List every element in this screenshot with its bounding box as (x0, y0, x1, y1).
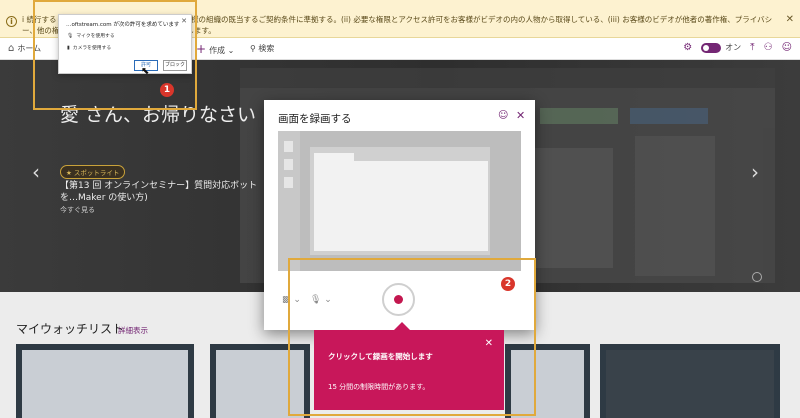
feedback-smiley-icon[interactable]: ☺ (498, 110, 508, 121)
file-icon (284, 141, 293, 152)
callout-close-icon[interactable]: ✕ (485, 338, 493, 349)
toggle-switch[interactable] (701, 42, 722, 53)
callout-title: クリックして録画を開始します (328, 352, 433, 361)
nav-create-label: 作成 (209, 46, 226, 55)
thumbnail-image (606, 350, 774, 418)
preview-window-tab (314, 153, 354, 161)
spotlight-label: スポットライト (73, 169, 120, 177)
screen-preview (278, 131, 521, 271)
watchlist-thumbnail[interactable] (16, 344, 194, 418)
smiley-icon[interactable]: ☺ (782, 42, 792, 53)
carousel-next-icon[interactable]: › (751, 160, 759, 184)
toggle-label: オン (725, 43, 742, 52)
hero-mock-panel (635, 136, 715, 276)
annotation-badge-2: 2 (501, 277, 515, 291)
preview-sidebar (278, 131, 300, 271)
watchlist-title: マイウォッチリスト (16, 322, 125, 336)
user-icon[interactable]: ⚇ (764, 42, 773, 53)
nav-search-label: 検索 (258, 44, 275, 53)
hero-description[interactable]: 【第13 回 オンラインセミナー】質問対応ボットを…Maker の使い方) (60, 180, 260, 204)
carousel-pause-icon[interactable] (752, 272, 762, 282)
dialog-close-icon[interactable]: ✕ (516, 109, 525, 122)
plus-icon: + (196, 42, 207, 56)
hero-mock-bar (240, 68, 775, 88)
preview-window-body (314, 161, 488, 251)
watchlist-more-link[interactable]: 詳細表示 (118, 325, 148, 336)
home-icon: ⌂ (8, 43, 15, 54)
carousel-prev-icon[interactable]: ‹ (32, 160, 40, 184)
watch-now-link[interactable]: 今すぐ見る (60, 205, 95, 215)
hero-mock-button (540, 108, 618, 124)
spotlight-badge: ★ スポットライト (60, 165, 126, 179)
search-icon: ⚲ (250, 44, 256, 53)
nav-right-tools: ⚙ オン ⤒ ⚇ ☺ (683, 42, 792, 53)
record-tip-callout: クリックして録画を開始します 15 分間の制限時間があります。 ✕ (314, 322, 504, 410)
nav-search[interactable]: ⚲ 検索 (250, 43, 274, 54)
banner-close-icon[interactable]: ✕ (786, 14, 794, 25)
info-icon: i (6, 16, 17, 27)
dialog-title: 画面を録画する (278, 113, 352, 125)
file-icon (284, 177, 293, 188)
hero-mock-button (630, 108, 708, 124)
annotation-badge-1: 1 (160, 83, 174, 97)
upload-icon[interactable]: ⤒ (750, 42, 754, 53)
thumbnail-image (22, 350, 188, 418)
file-icon (284, 159, 293, 170)
nav-create[interactable]: + 作成 ⌄ (196, 42, 234, 56)
feedback-icon[interactable]: ⚙ (683, 42, 692, 53)
callout-text: 15 分間の制限時間があります。 (328, 383, 430, 391)
watchlist-thumbnail[interactable] (600, 344, 780, 418)
